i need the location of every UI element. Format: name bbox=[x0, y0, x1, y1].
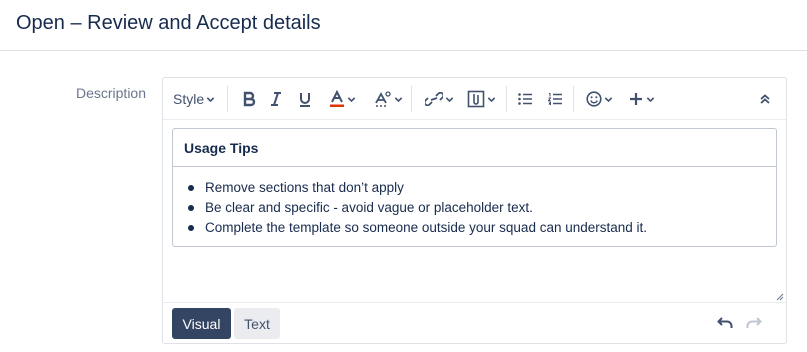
plus-icon bbox=[629, 93, 642, 105]
undo-icon[interactable] bbox=[717, 315, 733, 329]
chevron-down-icon bbox=[604, 96, 612, 102]
panel-title: Usage Tips bbox=[173, 129, 776, 167]
editor-footer: Visual Text bbox=[163, 302, 786, 343]
toolbar-divider bbox=[411, 86, 412, 112]
toolbar-divider bbox=[573, 86, 574, 112]
page-title: Open – Review and Accept details bbox=[16, 12, 321, 34]
underline-icon bbox=[300, 92, 310, 107]
redo-icon[interactable] bbox=[746, 315, 762, 329]
attachment-icon bbox=[467, 90, 484, 108]
numbered-list-icon bbox=[548, 93, 562, 105]
emoji-button[interactable] bbox=[584, 85, 614, 113]
tips-list: Remove sections that don’t apply Be clea… bbox=[173, 167, 776, 238]
text-color-button[interactable] bbox=[325, 85, 359, 113]
page-header: Open – Review and Accept details bbox=[0, 0, 807, 51]
chevron-down-icon bbox=[347, 96, 355, 102]
usage-tips-panel: Usage Tips Remove sections that don’t ap… bbox=[172, 128, 777, 247]
list-item: Be clear and specific - avoid vague or p… bbox=[188, 198, 776, 218]
bullet-list-button[interactable] bbox=[517, 85, 533, 113]
text-mode-button[interactable]: Text bbox=[234, 308, 280, 339]
numbered-list-button[interactable] bbox=[547, 85, 563, 113]
bullet-list-icon bbox=[518, 93, 532, 105]
italic-button[interactable] bbox=[267, 85, 285, 113]
double-chevron-up-icon bbox=[760, 94, 770, 104]
resize-handle-icon[interactable] bbox=[776, 293, 784, 301]
collapse-toolbar-button[interactable] bbox=[756, 85, 774, 113]
chevron-down-icon bbox=[487, 96, 495, 102]
list-item: Complete the template so someone outside… bbox=[188, 218, 776, 238]
bold-icon bbox=[243, 91, 256, 107]
toolbar-divider bbox=[227, 86, 228, 112]
link-icon bbox=[424, 92, 443, 106]
emoji-icon bbox=[585, 91, 602, 107]
description-label: Description bbox=[75, 85, 146, 101]
text-color-icon bbox=[329, 90, 344, 107]
text-effects-icon bbox=[374, 91, 391, 107]
editor-content[interactable]: Usage Tips Remove sections that don’t ap… bbox=[163, 120, 786, 303]
text-effects-button[interactable] bbox=[371, 85, 405, 113]
link-button[interactable] bbox=[423, 85, 455, 113]
chevron-down-icon bbox=[445, 96, 453, 102]
chevron-down-icon bbox=[206, 96, 215, 102]
visual-mode-button[interactable]: Visual bbox=[172, 308, 231, 339]
toolbar-divider bbox=[506, 86, 507, 112]
description-editor: Style Usage Tips Remove sections that do… bbox=[162, 77, 787, 344]
bold-button[interactable] bbox=[239, 85, 259, 113]
style-dropdown[interactable]: Style bbox=[173, 85, 215, 113]
chevron-down-icon bbox=[646, 96, 654, 102]
italic-icon bbox=[271, 92, 281, 106]
underline-button[interactable] bbox=[295, 85, 315, 113]
list-item: Remove sections that don’t apply bbox=[188, 178, 776, 198]
editor-toolbar: Style bbox=[163, 78, 786, 120]
style-dropdown-label: Style bbox=[173, 91, 205, 107]
attachment-button[interactable] bbox=[465, 85, 497, 113]
insert-more-button[interactable] bbox=[626, 85, 656, 113]
chevron-down-icon bbox=[394, 96, 402, 102]
